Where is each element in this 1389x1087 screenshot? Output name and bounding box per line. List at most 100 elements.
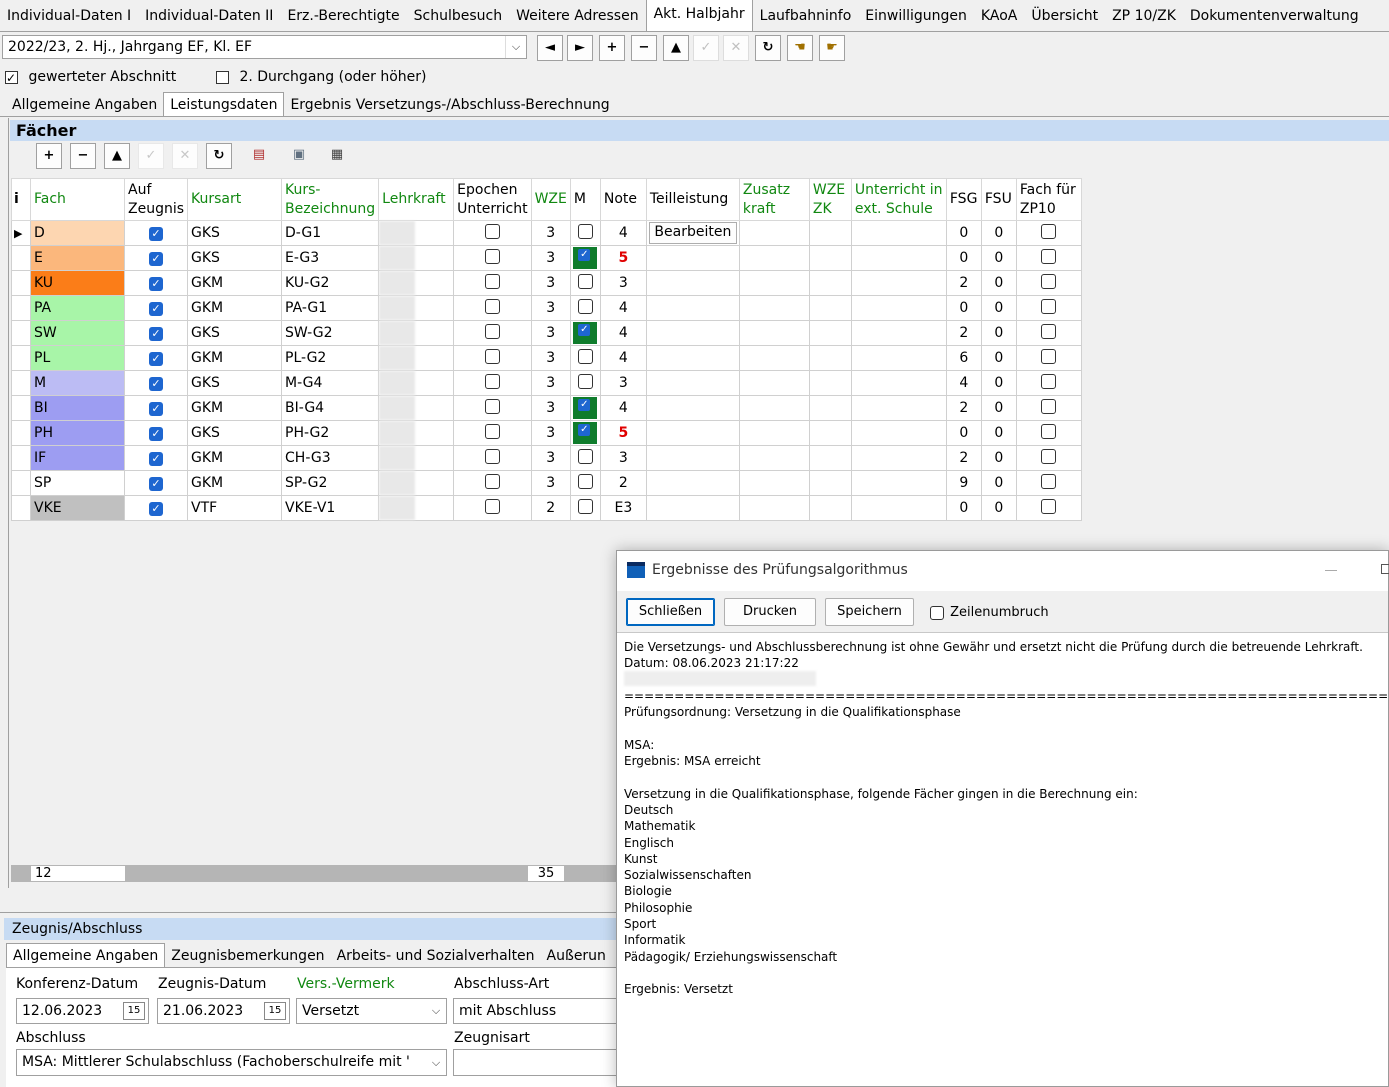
col-zeugnis[interactable]: Auf Zeugnis	[123, 178, 189, 221]
zp10-cell[interactable]	[1015, 370, 1082, 396]
zeugnis-check-icon[interactable]: ✓	[149, 352, 163, 366]
wze-cell[interactable]: 3	[530, 245, 571, 271]
ext-schule-cell[interactable]	[850, 395, 947, 421]
m-check-icon[interactable]	[577, 223, 593, 239]
zp10-check-icon[interactable]	[1041, 298, 1057, 314]
gewertet-checkbox[interactable]: gewerteter Abschnitt	[5, 67, 176, 88]
note-cell[interactable]: 4	[599, 320, 647, 346]
wze-cell[interactable]: 3	[530, 220, 571, 246]
sub-tab[interactable]: Ergebnis Versetzungs-/Abschluss-Berechnu…	[284, 93, 615, 117]
add-subject-button[interactable]: +	[36, 143, 62, 169]
zeugnis-cell[interactable]: ✓	[123, 245, 189, 271]
zp10-check-icon[interactable]	[1041, 448, 1057, 464]
m-cell[interactable]	[569, 295, 601, 321]
epochen-check-icon[interactable]	[484, 323, 500, 339]
zusatzkraft-cell[interactable]	[738, 320, 810, 346]
zeugnis-cell[interactable]: ✓	[123, 320, 189, 346]
m-cell[interactable]	[569, 395, 601, 421]
col-teilleistung[interactable]: Teilleistung	[645, 178, 740, 221]
next-button[interactable]: ►	[567, 35, 593, 61]
m-cell[interactable]	[569, 270, 601, 296]
m-cell[interactable]	[569, 420, 601, 446]
teilleistung-cell[interactable]	[645, 270, 740, 296]
zeugnis-cell[interactable]: ✓	[123, 495, 189, 521]
epochen-check-icon[interactable]	[484, 473, 500, 489]
epochen-cell[interactable]	[453, 420, 532, 446]
table-row[interactable]: BI ✓ GKMBI-G4 3 4 20	[11, 395, 1082, 421]
m-check-icon[interactable]	[573, 422, 598, 444]
wze-zk-cell[interactable]	[808, 395, 852, 421]
splitter[interactable]	[0, 912, 620, 913]
col-wze-zk[interactable]: WZE ZK	[808, 178, 852, 221]
teilleistung-cell[interactable]	[645, 420, 740, 446]
kursbez-cell[interactable]: BI-G4	[281, 395, 380, 421]
kursart-cell[interactable]: GKM	[187, 395, 283, 421]
m-check-icon[interactable]	[577, 348, 593, 364]
minimize-icon[interactable]	[1325, 570, 1337, 571]
zeugnis-cell[interactable]: ✓	[123, 220, 189, 246]
zeugnis-date-field[interactable]: 21.06.2023 15	[157, 998, 290, 1024]
fsu-cell[interactable]: 0	[980, 345, 1017, 371]
zeugnis-cell[interactable]: ✓	[123, 470, 189, 496]
table-row[interactable]: E ✓ GKSE-G3 3 5 00	[11, 245, 1082, 271]
zeugnis-check-icon[interactable]: ✓	[149, 452, 163, 466]
kursbez-cell[interactable]: PL-G2	[281, 345, 380, 371]
wze-zk-cell[interactable]	[808, 345, 852, 371]
top-tab[interactable]: Übersicht	[1024, 1, 1105, 31]
kursbez-cell[interactable]: PA-G1	[281, 295, 380, 321]
lehrkraft-cell[interactable]	[378, 245, 455, 271]
zp10-check-icon[interactable]	[1041, 398, 1057, 414]
kursart-cell[interactable]: GKM	[187, 470, 283, 496]
wze-zk-cell[interactable]	[808, 495, 852, 521]
ext-schule-cell[interactable]	[850, 370, 947, 396]
vers-select[interactable]: Versetzt ⌵	[296, 998, 447, 1024]
col-kursart[interactable]: Kursart	[187, 178, 283, 221]
m-cell[interactable]	[569, 370, 601, 396]
fsg-cell[interactable]: 0	[945, 495, 982, 521]
table-row[interactable]: SW ✓ GKSSW-G2 3 4 20	[11, 320, 1082, 346]
zp10-cell[interactable]	[1015, 395, 1082, 421]
m-cell[interactable]	[569, 320, 601, 346]
col-epochen[interactable]: Epochen Unterricht	[453, 178, 532, 221]
lehrkraft-cell[interactable]	[378, 295, 455, 321]
fsu-cell[interactable]: 0	[980, 495, 1017, 521]
note-cell[interactable]: 3	[599, 370, 647, 396]
note-cell[interactable]: 4	[599, 345, 647, 371]
close-button[interactable]: Schließen	[626, 598, 715, 626]
zusatzkraft-cell[interactable]	[738, 295, 810, 321]
zp10-cell[interactable]	[1015, 295, 1082, 321]
zeugnis-tab[interactable]: Außerun	[541, 944, 612, 968]
zp10-check-icon[interactable]	[1041, 373, 1057, 389]
ext-schule-cell[interactable]	[850, 345, 947, 371]
zeugnis-check-icon[interactable]: ✓	[149, 402, 163, 416]
wze-cell[interactable]: 3	[530, 470, 571, 496]
zp10-check-icon[interactable]	[1041, 223, 1057, 239]
refresh-subject-button[interactable]: ↻	[206, 143, 232, 169]
epochen-cell[interactable]	[453, 345, 532, 371]
note-cell[interactable]: E3	[599, 495, 647, 521]
sub-tab[interactable]: Allgemeine Angaben	[6, 93, 163, 117]
fach-cell[interactable]: IF	[30, 445, 125, 471]
wze-zk-cell[interactable]	[808, 270, 852, 296]
m-cell[interactable]	[569, 345, 601, 371]
fach-cell[interactable]: SP	[30, 470, 125, 496]
top-tab[interactable]: Schulbesuch	[407, 1, 509, 31]
note-cell[interactable]: 2	[599, 470, 647, 496]
zp10-check-icon[interactable]	[1041, 498, 1057, 514]
zusatzkraft-cell[interactable]	[738, 220, 810, 246]
move-up-button[interactable]: ▲	[104, 143, 130, 169]
cancel-button[interactable]: ✕	[723, 35, 749, 61]
zusatzkraft-cell[interactable]	[738, 370, 810, 396]
zp10-check-icon[interactable]	[1041, 323, 1057, 339]
kursbez-cell[interactable]: PH-G2	[281, 420, 380, 446]
wrap-check-icon[interactable]	[930, 605, 944, 620]
zusatzkraft-cell[interactable]	[738, 395, 810, 421]
top-tab[interactable]: Einwilligungen	[858, 1, 974, 31]
wze-zk-cell[interactable]	[808, 295, 852, 321]
sub-tab[interactable]: Leistungsdaten	[163, 92, 285, 117]
kursart-cell[interactable]: GKS	[187, 420, 283, 446]
fach-cell[interactable]: PH	[30, 420, 125, 446]
note-cell[interactable]: 4	[599, 295, 647, 321]
wrap-checkbox[interactable]: Zeilenumbruch	[930, 605, 1049, 620]
wze-zk-cell[interactable]	[808, 245, 852, 271]
